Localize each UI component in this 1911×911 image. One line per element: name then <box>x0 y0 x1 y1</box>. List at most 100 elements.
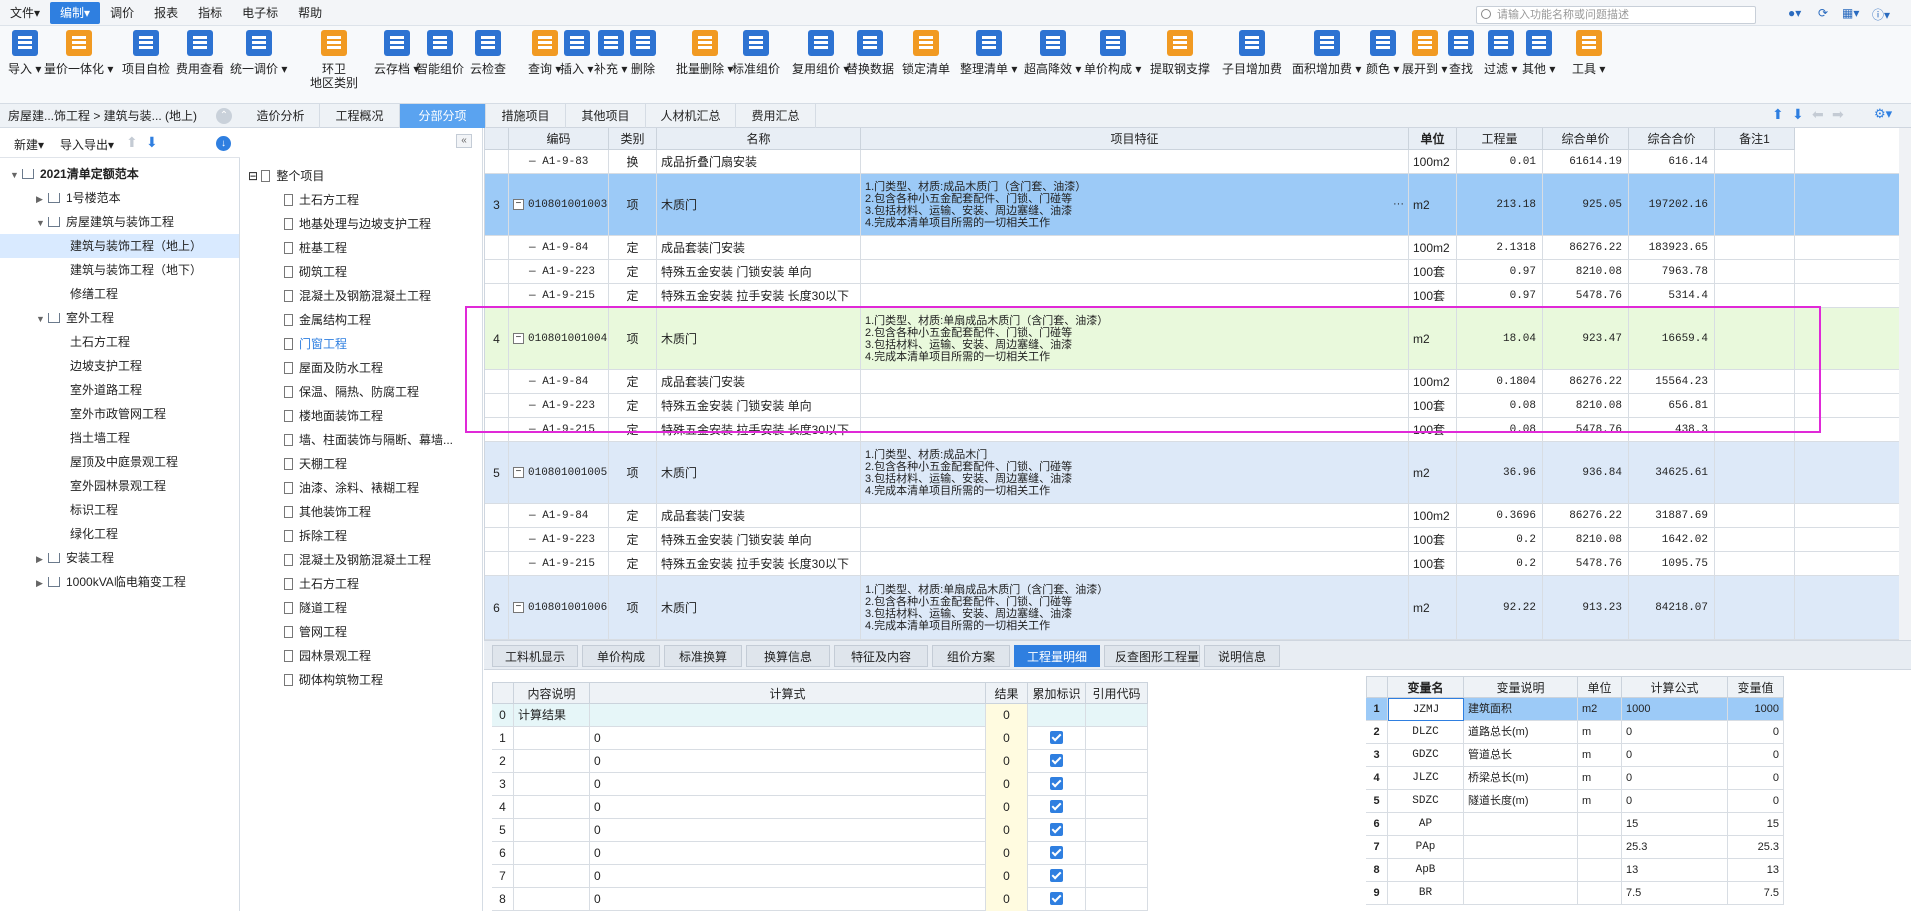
download-icon[interactable]: ↓ <box>216 136 231 151</box>
division-item-2[interactable]: 桩基工程 <box>284 236 347 260</box>
grid-cell-3[interactable]: 木质门 <box>657 308 861 369</box>
grid-cell-2[interactable]: 定 <box>609 284 657 307</box>
toolbar-button-14[interactable]: 标准组价 <box>732 30 780 100</box>
var-cell-4[interactable]: 0 <box>1622 721 1728 744</box>
grid-cell-4[interactable] <box>861 504 1409 527</box>
grid-cell-9[interactable] <box>1715 284 1795 307</box>
grid-row-7[interactable]: — A1-9-223 定 特殊五金安装 门锁安装 单向 100套 0.08 8210.08… <box>485 394 1905 418</box>
tree-node-11[interactable]: 挡土墙工程 <box>0 426 239 450</box>
calc-cell-3[interactable]: 0 <box>986 773 1028 796</box>
tree-expander-icon[interactable]: ▼ <box>10 163 22 187</box>
collapse-up-icon[interactable]: ⌃ <box>216 108 232 124</box>
accumulate-checkbox[interactable] <box>1050 754 1063 767</box>
var-cell-4[interactable]: 13 <box>1622 859 1728 882</box>
grid-cell-5[interactable]: 100套 <box>1409 284 1457 307</box>
grid-cell-1[interactable]: — A1-9-83 <box>509 150 609 173</box>
var-cell-2[interactable] <box>1464 813 1578 836</box>
detail-tab-1[interactable]: 单价构成 <box>582 645 660 667</box>
var-cell-4[interactable]: 0 <box>1622 744 1728 767</box>
grid-cell-6[interactable]: 0.97 <box>1457 284 1543 307</box>
grid-cell-4[interactable]: 1.门类型、材质:单扇成品木质门（含门套、油漆） 2.包含各种小五金配套配件、门锁… <box>861 576 1409 639</box>
grid-cell-6[interactable]: 0.3696 <box>1457 504 1543 527</box>
detail-tab-2[interactable]: 标准换算 <box>664 645 742 667</box>
grid-cell-2[interactable]: 定 <box>609 418 657 441</box>
grid-cell-8[interactable]: 31887.69 <box>1629 504 1715 527</box>
grid-cell-7[interactable]: 5478.76 <box>1543 284 1629 307</box>
var-cell-3[interactable]: m <box>1578 790 1622 813</box>
division-item-13[interactable]: 其他装饰工程 <box>284 500 371 524</box>
grid-cell-1[interactable]: −010801001003 <box>509 174 609 235</box>
division-item-0[interactable]: 土石方工程 <box>284 188 359 212</box>
grid-cell-1[interactable]: — A1-9-223 <box>509 528 609 551</box>
grid-cell-8[interactable]: 616.14 <box>1629 150 1715 173</box>
calc-cell-1[interactable] <box>514 888 590 911</box>
var-cell-2[interactable] <box>1464 836 1578 859</box>
view-tab-4[interactable]: 其他项目 <box>566 104 646 128</box>
tree-node-16[interactable]: ▶ 安装工程 <box>0 546 239 570</box>
calc-cell-3[interactable]: 0 <box>986 842 1028 865</box>
var-row-1[interactable]: 2 DLZC 道路总长(m) m 0 0 <box>1366 721 1784 744</box>
grid-cell-4[interactable] <box>861 418 1409 441</box>
menu-2[interactable]: 调价 <box>100 2 144 24</box>
accumulate-checkbox[interactable] <box>1050 846 1063 859</box>
division-item-16[interactable]: 土石方工程 <box>284 572 359 596</box>
var-cell-4[interactable]: 15 <box>1622 813 1728 836</box>
calc-result-row[interactable]: 0 计算结果 0 <box>492 704 1148 727</box>
calc-header-2[interactable]: 计算式 <box>590 682 986 704</box>
grid-cell-7[interactable]: 913.23 <box>1543 576 1629 639</box>
var-cell-4[interactable]: 1000 <box>1622 698 1728 721</box>
var-cell-5[interactable]: 0 <box>1728 767 1784 790</box>
grid-cell-6[interactable]: 213.18 <box>1457 174 1543 235</box>
grid-cell-5[interactable]: 100套 <box>1409 260 1457 283</box>
var-cell-1[interactable]: BR <box>1388 882 1464 905</box>
calc-cell-1[interactable] <box>514 727 590 750</box>
tree-node-12[interactable]: 屋顶及中庭景观工程 <box>0 450 239 474</box>
grid-cell-1[interactable]: — A1-9-215 <box>509 284 609 307</box>
toolbar-button-17[interactable]: 锁定清单 <box>902 30 950 100</box>
var-cell-5[interactable]: 13 <box>1728 859 1784 882</box>
grid-cell-7[interactable]: 925.05 <box>1543 174 1629 235</box>
grid-cell-6[interactable]: 0.97 <box>1457 260 1543 283</box>
grid-cell-2[interactable]: 定 <box>609 528 657 551</box>
grid-cell-2[interactable]: 定 <box>609 370 657 393</box>
grid-row-0[interactable]: — A1-9-83 换 成品折叠门扇安装 100m2 0.01 61614.19 616.1… <box>485 150 1905 174</box>
division-item-19[interactable]: 园林景观工程 <box>284 644 371 668</box>
var-cell-1[interactable]: PAp <box>1388 836 1464 859</box>
calc-cell-3[interactable]: 0 <box>986 888 1028 911</box>
var-row-8[interactable]: 9 BR 7.5 7.5 <box>1366 882 1784 905</box>
grid-row-10[interactable]: — A1-9-84 定 成品套装门安装 100m2 0.3696 86276.22 3188… <box>485 504 1905 528</box>
grid-cell-2[interactable]: 定 <box>609 504 657 527</box>
toolbar-button-21[interactable]: 提取钢支撑 <box>1150 30 1210 100</box>
grid-cell-8[interactable]: 438.3 <box>1629 418 1715 441</box>
detail-tab-7[interactable]: 反查图形工程量 <box>1104 645 1200 667</box>
grid-cell-6[interactable]: 0.1804 <box>1457 370 1543 393</box>
grid-cell-4[interactable] <box>861 260 1409 283</box>
grid-cell-4[interactable] <box>861 284 1409 307</box>
view-tab-6[interactable]: 费用汇总 <box>736 104 816 128</box>
var-cell-5[interactable]: 15 <box>1728 813 1784 836</box>
tree-node-0[interactable]: ▼ 2021清单定额范本 <box>0 162 239 186</box>
grid-row-13[interactable]: 6 −010801001006 项 木质门 1.门类型、材质:单扇成品木质门（含门套、油… <box>485 576 1905 640</box>
move-up-icon[interactable]: ⬆ <box>126 134 138 151</box>
accumulate-checkbox[interactable] <box>1050 731 1063 744</box>
calc-cell-5[interactable] <box>1086 796 1148 819</box>
division-item-3[interactable]: 砌筑工程 <box>284 260 347 284</box>
grid-cell-2[interactable]: 定 <box>609 552 657 575</box>
grid-cell-5[interactable]: 100m2 <box>1409 504 1457 527</box>
import-export-button[interactable]: 导入导出▾ <box>60 136 114 153</box>
grid-menu-icon[interactable]: ▦▾ <box>1842 6 1859 20</box>
calc-cell-1[interactable] <box>514 819 590 842</box>
grid-cell-5[interactable]: 100套 <box>1409 394 1457 417</box>
calc-cell-4[interactable] <box>1028 819 1086 842</box>
row-left-icon[interactable]: ⬅ <box>1812 106 1824 123</box>
var-cell-5[interactable]: 25.3 <box>1728 836 1784 859</box>
collapse-icon[interactable]: − <box>513 602 524 613</box>
grid-cell-9[interactable] <box>1715 150 1795 173</box>
grid-row-5[interactable]: 4 −010801001004 项 木质门 1.门类型、材质:单扇成品木质门（含门套、油… <box>485 308 1905 370</box>
var-cell-1[interactable]: ApB <box>1388 859 1464 882</box>
var-cell-3[interactable]: m <box>1578 767 1622 790</box>
grid-cell-7[interactable]: 8210.08 <box>1543 528 1629 551</box>
grid-cell-4[interactable] <box>861 528 1409 551</box>
tree-expander-icon[interactable]: ▼ <box>36 211 48 235</box>
grid-cell-4[interactable]: 1.门类型、材质:成品木质门（含门套、油漆） 2.包含各种小五金配套配件、门锁、门… <box>861 174 1409 235</box>
